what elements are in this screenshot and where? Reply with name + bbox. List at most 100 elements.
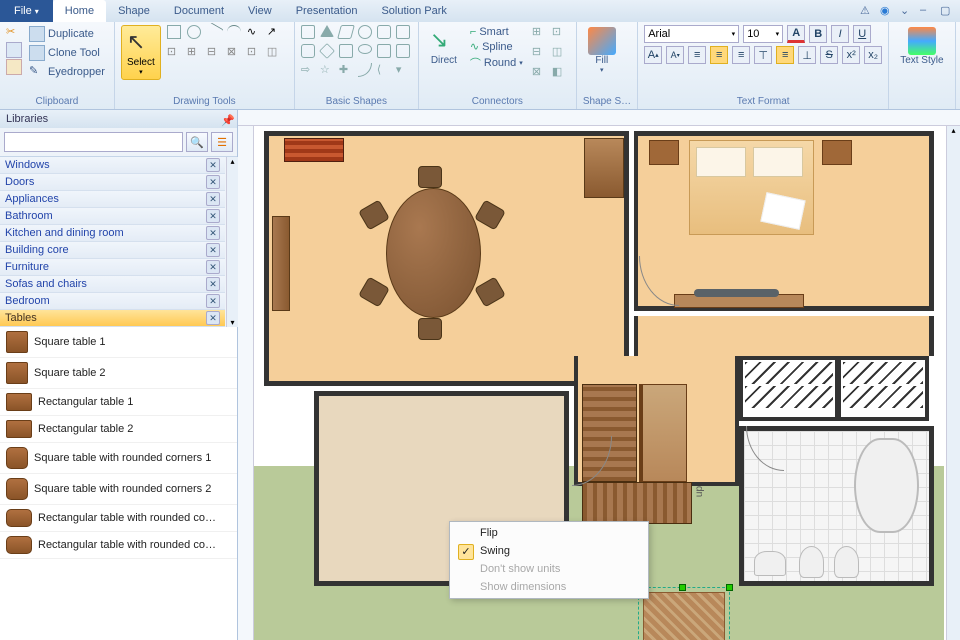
cabinet[interactable] bbox=[584, 138, 624, 198]
shape-tri[interactable] bbox=[320, 25, 334, 37]
strike-button[interactable]: S bbox=[820, 46, 838, 64]
font-select[interactable]: Arial▾ bbox=[644, 25, 739, 43]
underline-button[interactable]: U bbox=[853, 25, 871, 43]
lib-cat-windows[interactable]: Windows✕ bbox=[0, 157, 225, 174]
tool-curve[interactable] bbox=[227, 25, 241, 39]
eyedropper-button[interactable]: ✎Eyedropper bbox=[26, 63, 108, 81]
list-item[interactable]: Rectangular table 2 bbox=[0, 416, 237, 443]
list-item[interactable]: Square table 1 bbox=[0, 327, 237, 358]
bed[interactable] bbox=[689, 140, 814, 235]
bathtub[interactable] bbox=[854, 438, 919, 533]
bidet[interactable] bbox=[834, 546, 859, 578]
direct-button[interactable]: ↘ Direct bbox=[425, 25, 463, 68]
shape-more[interactable]: ▾ bbox=[396, 63, 410, 77]
list-item[interactable]: Square table 2 bbox=[0, 358, 237, 389]
minimize-ribbon-icon[interactable]: ⌄ bbox=[900, 4, 914, 18]
lib-cat-doors[interactable]: Doors✕ bbox=[0, 174, 225, 191]
conn-c[interactable]: ⊟ bbox=[532, 45, 546, 59]
textstyle-button[interactable]: Text Style bbox=[895, 25, 948, 68]
paste-icon[interactable] bbox=[6, 59, 22, 75]
search-input[interactable] bbox=[4, 132, 183, 152]
shape-bracket[interactable]: ⟨ bbox=[377, 63, 391, 77]
shape-rrect[interactable] bbox=[301, 44, 315, 58]
lib-cat-appliances[interactable]: Appliances✕ bbox=[0, 191, 225, 208]
align-left-button[interactable]: ≡ bbox=[688, 46, 706, 64]
scrollbar-vertical[interactable]: ▴ bbox=[946, 126, 960, 640]
file-menu[interactable]: File bbox=[0, 0, 53, 22]
tab-shape[interactable]: Shape bbox=[106, 0, 162, 22]
lib-cat-bathroom[interactable]: Bathroom✕ bbox=[0, 208, 225, 225]
size-select[interactable]: 10▾ bbox=[743, 25, 783, 43]
help-icon[interactable]: ◉ bbox=[880, 4, 894, 18]
close-icon[interactable]: ✕ bbox=[206, 311, 220, 325]
shape-star[interactable]: ☆ bbox=[320, 63, 334, 77]
close-icon[interactable]: ✕ bbox=[206, 243, 220, 257]
shape-hex2[interactable] bbox=[377, 44, 391, 58]
close-icon[interactable]: ✕ bbox=[206, 158, 220, 172]
tool-text[interactable]: ⊡ bbox=[167, 45, 181, 59]
tv[interactable] bbox=[694, 289, 779, 297]
clone-button[interactable]: Clone Tool bbox=[26, 44, 108, 62]
bold-button[interactable]: B bbox=[809, 25, 827, 43]
window-min-icon[interactable]: – bbox=[920, 4, 934, 18]
canvas[interactable]: up Flip Swing Don't bbox=[254, 126, 946, 640]
shape-cross[interactable]: ✚ bbox=[339, 63, 353, 77]
fill-button[interactable]: Fill ▾ bbox=[583, 25, 621, 76]
valign-top-button[interactable]: ⊤ bbox=[754, 46, 772, 64]
close-icon[interactable]: ✕ bbox=[206, 209, 220, 223]
conn-f[interactable]: ◧ bbox=[552, 65, 566, 79]
copy-icon[interactable] bbox=[6, 42, 22, 58]
shape-para[interactable] bbox=[337, 25, 355, 39]
conn-d[interactable]: ◫ bbox=[552, 45, 566, 59]
shape-circle[interactable] bbox=[358, 25, 372, 39]
list-item[interactable]: Rectangular table 1 bbox=[0, 389, 237, 416]
close-icon[interactable]: ✕ bbox=[206, 277, 220, 291]
tool-line[interactable] bbox=[204, 22, 223, 41]
close-icon[interactable]: ✕ bbox=[206, 175, 220, 189]
list-item[interactable]: Square table with rounded corners 2 bbox=[0, 474, 237, 505]
ruler-vertical[interactable] bbox=[238, 126, 254, 640]
tool-d[interactable]: ⊡ bbox=[247, 45, 261, 59]
grow-font-button[interactable]: A▴ bbox=[644, 46, 662, 64]
tool-rect[interactable] bbox=[167, 25, 181, 39]
super-button[interactable]: x² bbox=[842, 46, 860, 64]
smart-button[interactable]: ⌐Smart bbox=[467, 25, 526, 39]
warning-icon[interactable]: ⚠ bbox=[860, 4, 874, 18]
spline-button[interactable]: ∿Spline bbox=[467, 39, 526, 54]
lib-cat-kitchen[interactable]: Kitchen and dining room✕ bbox=[0, 225, 225, 242]
toilet[interactable] bbox=[799, 546, 824, 578]
lib-cat-building[interactable]: Building core✕ bbox=[0, 242, 225, 259]
lib-scrollbar[interactable]: ▴▾ bbox=[226, 157, 238, 327]
tab-view[interactable]: View bbox=[236, 0, 284, 22]
lib-cat-sofas[interactable]: Sofas and chairs✕ bbox=[0, 276, 225, 293]
shape-oval[interactable] bbox=[358, 44, 372, 54]
shape-arrow[interactable]: ⇨ bbox=[301, 63, 315, 77]
sub-button[interactable]: x₂ bbox=[864, 46, 882, 64]
tool-poly[interactable]: ↗ bbox=[267, 25, 281, 39]
nightstand[interactable] bbox=[822, 140, 852, 165]
italic-button[interactable]: I bbox=[831, 25, 849, 43]
sink[interactable] bbox=[754, 551, 786, 576]
chair[interactable] bbox=[418, 166, 442, 188]
list-item[interactable]: Square table with rounded corners 1 bbox=[0, 443, 237, 474]
shape-diamond[interactable] bbox=[319, 43, 335, 59]
select-button[interactable]: ↖ Select ▾ bbox=[121, 25, 161, 80]
closet-right[interactable] bbox=[839, 356, 929, 421]
tab-home[interactable]: Home bbox=[53, 0, 106, 22]
nightstand[interactable] bbox=[649, 140, 679, 165]
lib-cat-furniture[interactable]: Furniture✕ bbox=[0, 259, 225, 276]
close-icon[interactable]: ✕ bbox=[206, 192, 220, 206]
conn-a[interactable]: ⊞ bbox=[532, 25, 546, 39]
tool-e[interactable]: ◫ bbox=[267, 45, 281, 59]
stairs-rail[interactable] bbox=[639, 384, 687, 482]
ctx-swing[interactable]: Swing bbox=[452, 542, 646, 560]
tab-presentation[interactable]: Presentation bbox=[284, 0, 370, 22]
conn-b[interactable]: ⊡ bbox=[552, 25, 566, 39]
align-right-button[interactable]: ≡ bbox=[732, 46, 750, 64]
valign-bot-button[interactable]: ⊥ bbox=[798, 46, 816, 64]
color-button[interactable]: A bbox=[787, 25, 805, 43]
shape-pent[interactable] bbox=[377, 25, 391, 39]
tool-a[interactable]: ⊞ bbox=[187, 45, 201, 59]
list-item[interactable]: Rectangular table with rounded corners 1 bbox=[0, 505, 237, 532]
shrink-font-button[interactable]: A▾ bbox=[666, 46, 684, 64]
